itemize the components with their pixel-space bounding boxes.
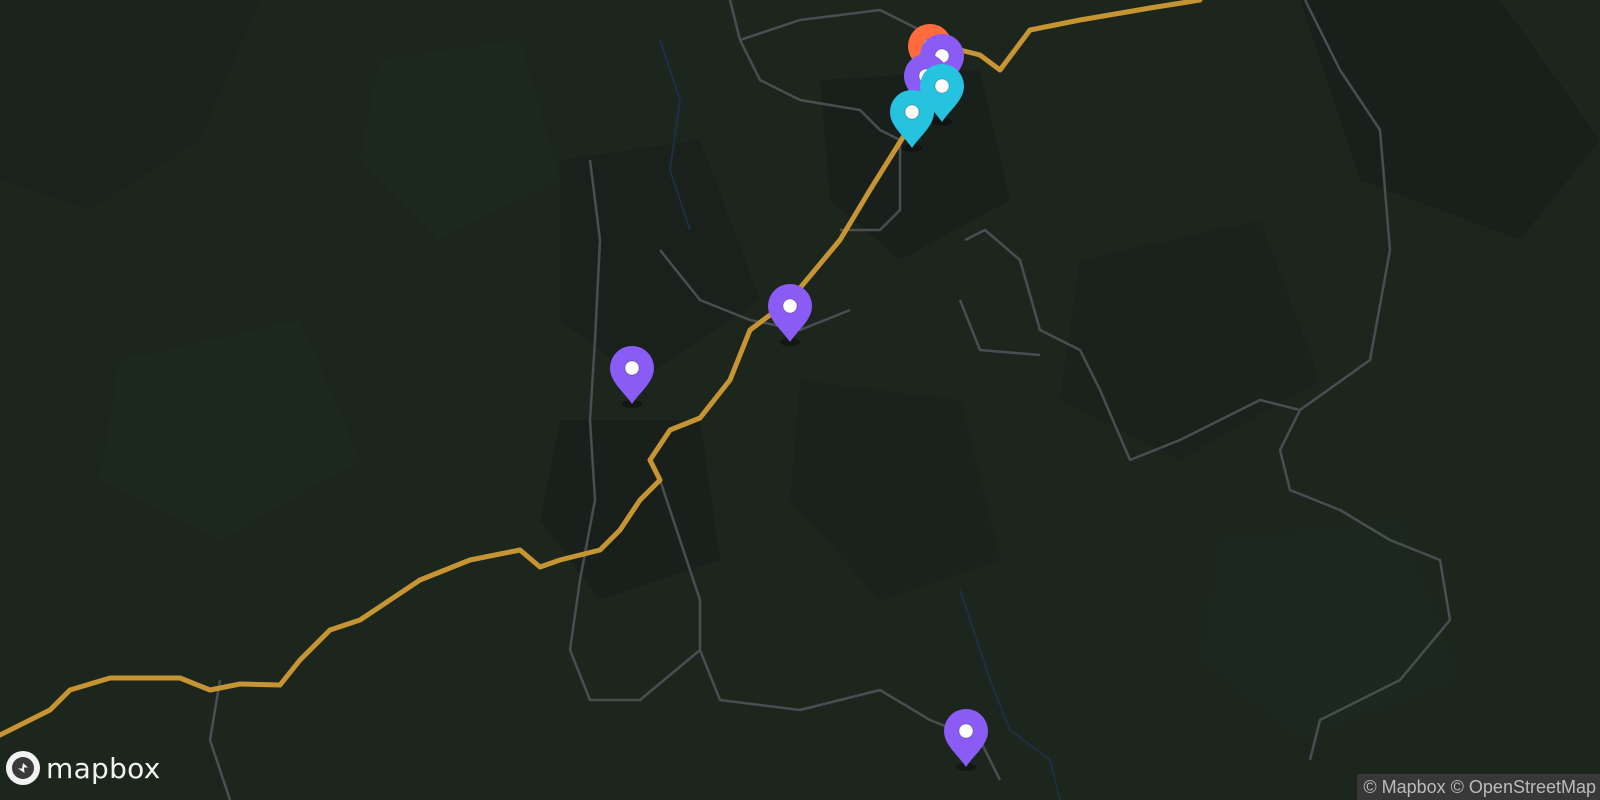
openstreetmap-attribution-link[interactable]: © OpenStreetMap (1451, 777, 1596, 797)
mapbox-logo[interactable]: mapbox (6, 746, 161, 790)
marker-center-dot (934, 78, 950, 94)
marker-center-dot (624, 360, 640, 376)
marker-center-dot (782, 298, 798, 314)
map-canvas[interactable] (0, 0, 1600, 800)
marker-center-dot (958, 723, 974, 739)
mapbox-logo-icon (6, 751, 40, 785)
mapbox-attribution-link[interactable]: © Mapbox (1363, 777, 1445, 797)
mapbox-logo-text: mapbox (46, 751, 161, 785)
marker-center-dot (904, 104, 920, 120)
map-attribution: © Mapbox © OpenStreetMap (1357, 774, 1600, 800)
